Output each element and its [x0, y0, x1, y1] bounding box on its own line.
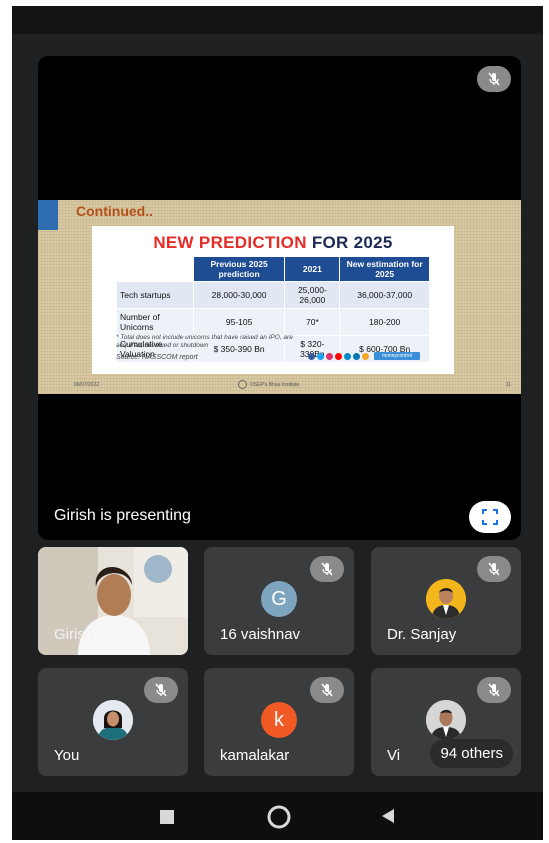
square-icon — [160, 810, 174, 824]
slide-institute: OSEP's Bhau Institute — [238, 380, 299, 389]
avatar — [426, 579, 466, 619]
avatar — [93, 700, 133, 740]
table-cell: 36,000-37,000 — [339, 281, 430, 309]
screen: Continued.. NEW PREDICTION FOR 2025 Prev… — [12, 6, 543, 840]
linkedin-icon — [353, 352, 360, 360]
twitter-icon — [317, 352, 324, 360]
telegram-icon — [344, 352, 351, 360]
table-cell: Tech startups — [116, 281, 194, 309]
table-cell: Number of Unicorns — [116, 308, 194, 336]
participant-tile-girish[interactable]: Girish — [38, 547, 188, 655]
facebook-icon — [308, 352, 315, 360]
instagram-icon — [326, 352, 333, 360]
presenter-caption: Girish is presenting — [54, 507, 191, 524]
participant-tile-you[interactable]: You — [38, 668, 188, 776]
table-cell: 95-105 — [192, 308, 286, 336]
participant-tile-dr-sanjay[interactable]: Dr. Sanjay — [371, 547, 521, 655]
back-button[interactable] — [380, 808, 396, 829]
participant-name: You — [54, 747, 80, 764]
participant-name: Girish — [54, 626, 94, 643]
participant-tile-others[interactable]: Vi 94 others — [371, 668, 521, 776]
table-header: Previous 2025 prediction — [192, 256, 286, 282]
mic-off-icon — [477, 677, 511, 703]
table-row: Tech startups 28,000-30,000 25,000-26,00… — [116, 281, 430, 309]
participant-name: Dr. Sanjay — [387, 626, 457, 643]
triangle-back-icon — [382, 809, 394, 823]
participant-name: Vi — [387, 747, 401, 764]
table-cell: 28,000-30,000 — [192, 281, 286, 309]
status-bar — [12, 6, 543, 34]
participant-tile-16-vaishnav[interactable]: G 16 vaishnav — [204, 547, 354, 655]
slide-accent — [38, 200, 58, 230]
mic-off-icon — [477, 66, 511, 92]
mic-off-icon — [310, 677, 344, 703]
avatar: G — [261, 581, 297, 617]
table-header: New estimation for 2025 — [339, 256, 430, 282]
fullscreen-button[interactable] — [469, 501, 511, 533]
shared-slide: Continued.. NEW PREDICTION FOR 2025 Prev… — [38, 200, 521, 394]
table-header-empty — [116, 256, 194, 282]
table-cell: 180-200 — [339, 308, 430, 336]
table-cell: 25,000-26,000 — [284, 281, 341, 309]
youtube-icon — [335, 352, 342, 360]
rss-icon — [362, 352, 369, 360]
fullscreen-icon — [482, 509, 498, 525]
table-row: Number of Unicorns 95-105 70* 180-200 — [116, 308, 430, 336]
presentation-stage[interactable]: Continued.. NEW PREDICTION FOR 2025 Prev… — [38, 56, 521, 540]
participant-tile-kamalakar[interactable]: k kamalakar — [204, 668, 354, 776]
recent-apps-button[interactable] — [160, 810, 174, 829]
social-icons: moneycontrol — [308, 352, 420, 360]
avatar — [426, 700, 466, 740]
slide-date: 09/07/2022 — [74, 382, 100, 388]
slide-continued-label: Continued.. — [76, 203, 153, 219]
avatar: k — [261, 702, 297, 738]
table-cell: 70* — [284, 308, 341, 336]
table-header-row: Previous 2025 prediction 2021 New estima… — [116, 256, 430, 282]
slide-page-number: 11 — [505, 382, 511, 388]
slide-card: NEW PREDICTION FOR 2025 Previous 2025 pr… — [92, 226, 454, 374]
institute-logo-icon — [238, 380, 247, 389]
mic-off-icon — [144, 677, 178, 703]
slide-footnote: * Total does not include unicorns that h… — [116, 334, 293, 349]
mic-off-icon — [477, 556, 511, 582]
participant-name: kamalakar — [220, 747, 290, 764]
circle-icon — [267, 805, 291, 829]
android-nav-bar — [12, 792, 543, 840]
participant-name: 16 vaishnav — [220, 626, 301, 643]
mic-off-icon — [310, 556, 344, 582]
slide-source: Source: NASSCOM report — [116, 354, 198, 361]
table-header: 2021 — [284, 256, 341, 282]
slide-title: NEW PREDICTION FOR 2025 — [153, 233, 393, 252]
brand-logo: moneycontrol — [374, 352, 420, 360]
others-count-badge[interactable]: 94 others — [430, 739, 513, 768]
home-button[interactable] — [266, 804, 292, 835]
